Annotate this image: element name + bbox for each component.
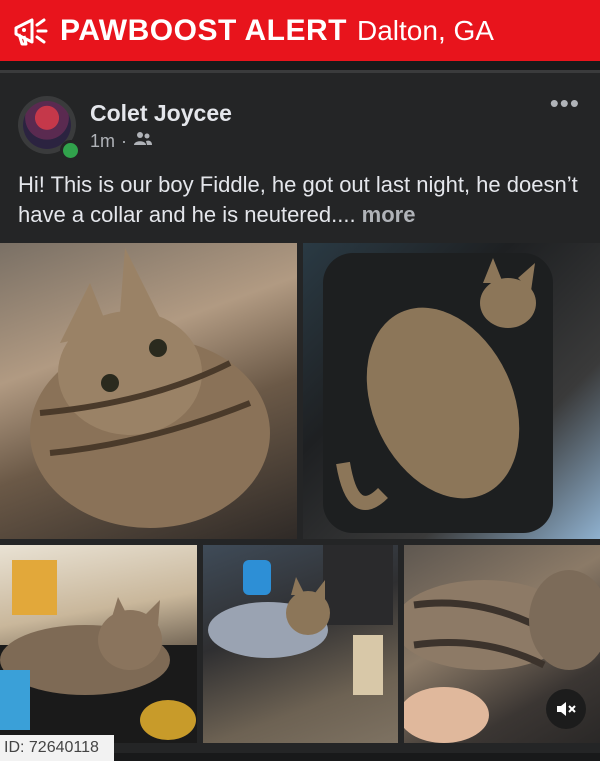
post-text-content: Hi! This is our boy Fiddle, he got out l…: [18, 172, 578, 227]
listing-id: ID: 72640118: [0, 735, 114, 761]
friends-icon: [133, 131, 153, 152]
post-text: Hi! This is our boy Fiddle, he got out l…: [18, 170, 588, 230]
megaphone-paw-icon: [8, 9, 52, 53]
post-author[interactable]: Colet Joycee: [90, 100, 232, 127]
post-time[interactable]: 1m: [90, 131, 115, 152]
see-more-link[interactable]: more: [362, 202, 416, 227]
photo-cat-in-sweater[interactable]: [203, 545, 398, 743]
post-meta: 1m ·: [90, 131, 153, 152]
pawboost-alert-banner: PAWBOOST ALERT Dalton, GA: [0, 0, 600, 61]
banner-location: Dalton, GA: [357, 14, 494, 46]
facebook-post-card: Colet Joycee 1m · ••• Hi! This is our bo…: [0, 70, 600, 753]
photo-cat-sleeping[interactable]: [303, 243, 600, 539]
photo-cat-on-table[interactable]: [0, 545, 197, 743]
banner-brand: PAWBOOST ALERT: [60, 13, 347, 47]
speaker-muted-icon: [557, 702, 576, 716]
online-status-dot: [60, 140, 81, 161]
meta-separator: ·: [121, 131, 128, 151]
mute-video-button[interactable]: [546, 689, 586, 729]
photo-cat-held[interactable]: [0, 243, 297, 539]
more-options-icon[interactable]: •••: [550, 90, 580, 116]
